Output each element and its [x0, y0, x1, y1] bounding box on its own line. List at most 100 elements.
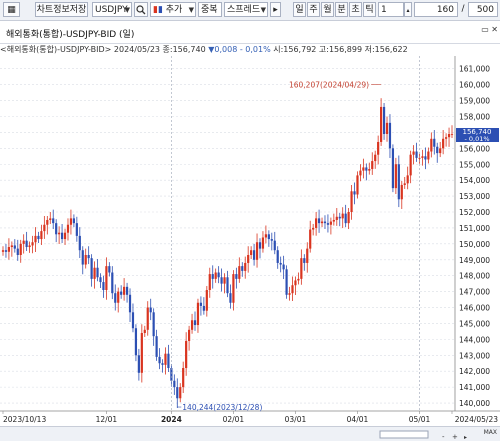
period-day-tab[interactable]: 일: [293, 2, 306, 17]
candle-body: [131, 312, 135, 329]
total-input[interactable]: 500: [468, 2, 498, 17]
candle-body: [4, 250, 8, 252]
search-button[interactable]: [134, 2, 148, 17]
candle-body: [193, 320, 197, 326]
candle-body: [46, 219, 49, 225]
candle-body: [187, 329, 191, 341]
candle-body: [397, 164, 400, 200]
candle-body: [140, 332, 143, 373]
candle-icon: ▮: [157, 5, 163, 15]
candle-body: [146, 307, 149, 330]
candle-body: [421, 156, 424, 158]
candle-body: [282, 264, 285, 270]
candle-body: [167, 353, 170, 369]
candle-body: [214, 272, 217, 279]
candle-body: [347, 212, 350, 224]
min-annotation: 140,244(2023/12/28): [182, 403, 262, 412]
candle-body: [362, 167, 365, 171]
candlestick-chart[interactable]: 140,000 141,000 142,000 143,000 144,000 145,0…: [0, 56, 500, 426]
candle-body: [217, 272, 220, 278]
candle-body: [323, 221, 327, 224]
spread-select[interactable]: 스프레드 ▼: [224, 2, 268, 17]
candle-body: [87, 254, 90, 259]
y-tick-label: 158,000: [459, 112, 490, 121]
max-button[interactable]: MAX: [484, 429, 497, 436]
period-month-tab[interactable]: 월: [321, 2, 334, 17]
candle-body: [205, 290, 208, 311]
candle-body: [359, 170, 362, 176]
toolbar: ▦ 차트정보저장 USDJPY ▼ ▮▮ 추가 ▼ 중복 스프레드 ▼ ▸ 일 주 월…: [0, 0, 500, 21]
candle-body: [356, 175, 359, 195]
spread-label: 스프레드: [227, 5, 261, 15]
candle-body: [291, 285, 294, 294]
candle-body: [371, 161, 374, 170]
candle-body: [158, 356, 161, 364]
chart-type-button[interactable]: ▦: [3, 2, 20, 17]
x-tick-label: 03/01: [285, 415, 307, 424]
candle-body: [412, 151, 415, 155]
candle-body: [75, 223, 78, 236]
candle-body: [161, 363, 164, 365]
interval-input[interactable]: 1: [378, 2, 404, 17]
candle-body: [433, 138, 436, 147]
add-indicator-select[interactable]: ▮▮ 추가 ▼: [150, 2, 196, 17]
candle-body: [114, 293, 117, 303]
candle-body: [285, 269, 288, 295]
y-tick-label: 141,000: [459, 383, 490, 392]
y-tick-label: 160,000: [459, 81, 490, 90]
dropdown-arrow-icon: ▼: [188, 6, 194, 14]
candle-body: [279, 262, 282, 265]
candle-body: [176, 387, 179, 399]
overlay-button[interactable]: 중복: [198, 2, 222, 17]
candle-body: [7, 247, 11, 252]
overlay-label: 중복: [201, 5, 218, 15]
candle-body: [303, 258, 306, 263]
candle-body: [43, 224, 46, 232]
dropdown-arrow-icon: ▼: [124, 6, 130, 14]
candle-body: [350, 191, 353, 213]
candle-body: [120, 291, 123, 295]
candle-body: [317, 218, 321, 224]
candle-body: [155, 336, 158, 357]
candle-body: [241, 266, 244, 271]
period-minute-tab[interactable]: 분: [335, 2, 348, 17]
candle-body: [326, 223, 330, 225]
candle-body: [66, 224, 70, 233]
x-tick-label: 04/01: [347, 415, 369, 424]
candle-body: [247, 254, 250, 263]
restore-icon[interactable]: ▭: [481, 25, 489, 34]
candle-body: [300, 258, 303, 279]
y-tick-label: 148,000: [459, 272, 490, 281]
price-info-prefix: <해외통화(통합)-USDJPY-BID> 2024/05/23 종:156,7…: [0, 45, 206, 54]
symbol-select[interactable]: USDJPY ▼: [92, 2, 132, 17]
candle-body: [312, 227, 315, 230]
y-tick-label: 156,000: [459, 144, 490, 153]
candle-body: [211, 274, 214, 279]
candle-body: [391, 148, 395, 189]
candle-body: [244, 262, 247, 271]
close-icon[interactable]: ✕: [491, 25, 498, 34]
candle-body: [149, 307, 152, 313]
add-label: 추가: [165, 5, 183, 15]
candle-body: [341, 213, 344, 219]
period-week-tab[interactable]: 주: [307, 2, 320, 17]
save-chart-info-button[interactable]: 차트정보저장: [35, 2, 88, 17]
expand-button[interactable]: ▸: [270, 2, 281, 17]
candle-body: [306, 248, 309, 263]
period-tick-tab[interactable]: 틱: [363, 2, 376, 17]
chart-area[interactable]: 140,000 141,000 142,000 143,000 144,000 145,0…: [0, 56, 500, 440]
candle-body: [52, 218, 55, 224]
candle-body: [102, 282, 105, 291]
period-second-tab[interactable]: 초: [349, 2, 362, 17]
candle-body: [220, 277, 223, 284]
search-icon: [136, 5, 146, 15]
candle-body: [406, 175, 409, 184]
scrollbar-thumb[interactable]: [379, 430, 429, 439]
y-tick-label: 161,000: [459, 65, 490, 74]
max-annotation: 160,207(2024/04/29): [289, 81, 369, 90]
candle-body: [69, 218, 73, 225]
y-tick-label: 142,000: [459, 367, 490, 376]
candle-body: [388, 122, 392, 149]
interval-spinner[interactable]: ▴: [404, 2, 412, 17]
count-input[interactable]: 160: [414, 2, 458, 17]
